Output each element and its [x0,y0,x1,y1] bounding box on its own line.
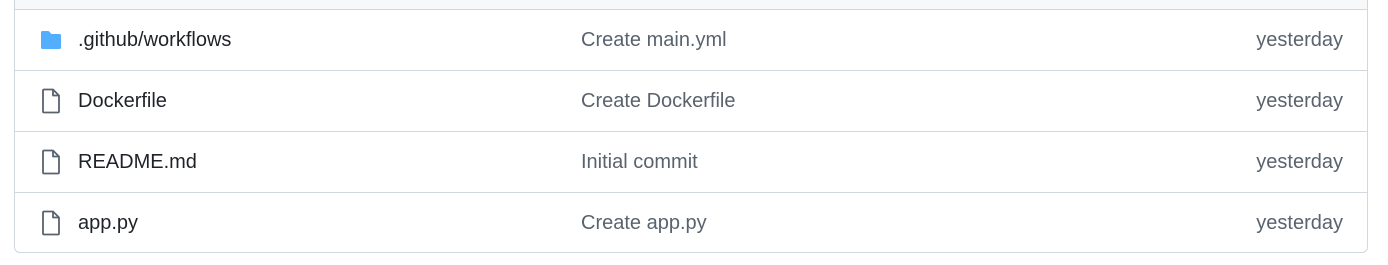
commit-message-link[interactable]: Create Dockerfile [581,90,736,113]
file-name-link[interactable]: Dockerfile [78,90,167,113]
commit-message-link[interactable]: Initial commit [581,151,698,174]
file-name-link[interactable]: README.md [78,151,197,174]
commit-date: yesterday [1256,89,1343,112]
file-icon [38,210,64,236]
commit-date: yesterday [1256,211,1343,234]
commit-date: yesterday [1256,150,1343,173]
table-row[interactable]: .github/workflows Create main.yml yester… [15,10,1367,71]
file-name-link[interactable]: app.py [78,212,138,235]
file-name-link[interactable]: .github/workflows [78,29,231,52]
table-header-strip [15,0,1367,10]
folder-icon [38,27,64,53]
table-row[interactable]: Dockerfile Create Dockerfile yesterday [15,71,1367,132]
file-icon [38,88,64,114]
commit-message-link[interactable]: Create main.yml [581,29,727,52]
table-row[interactable]: README.md Initial commit yesterday [15,132,1367,193]
file-icon [38,149,64,175]
file-table: .github/workflows Create main.yml yester… [14,0,1368,253]
commit-message-link[interactable]: Create app.py [581,212,707,235]
table-row[interactable]: app.py Create app.py yesterday [15,193,1367,253]
commit-date: yesterday [1256,28,1343,51]
